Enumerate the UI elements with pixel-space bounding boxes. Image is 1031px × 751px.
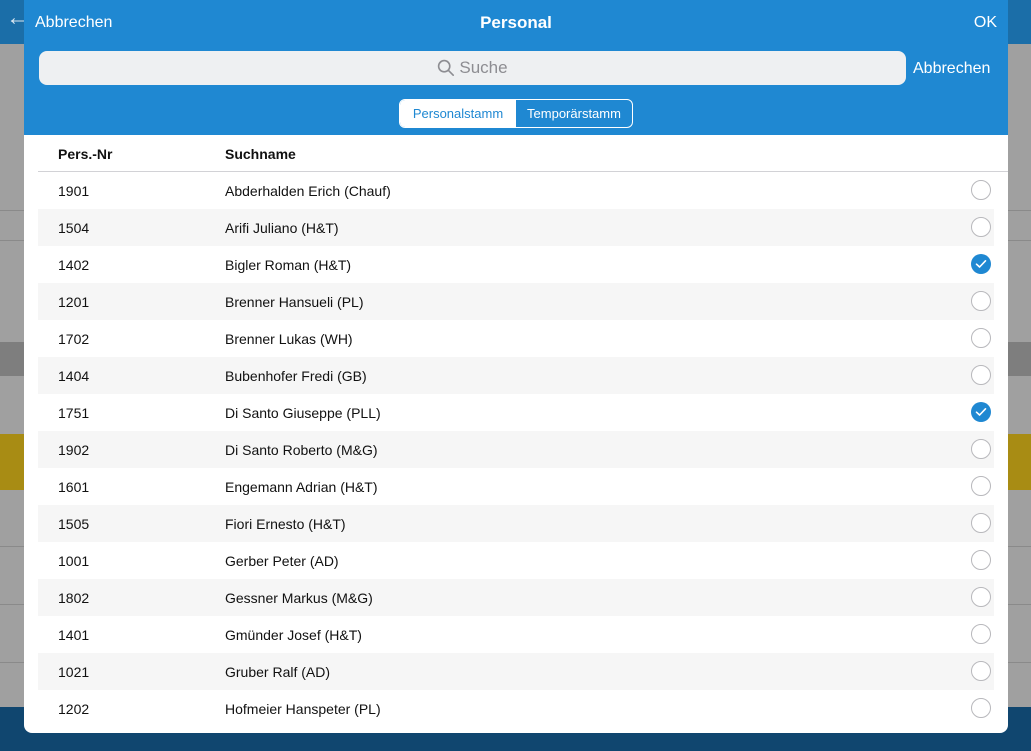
column-header-suchname: Suchname [225, 146, 296, 162]
unselected-circle-icon[interactable] [971, 661, 991, 681]
pers-nr-cell: 1202 [58, 701, 90, 717]
suchname-cell: Gessner Markus (M&G) [225, 590, 373, 606]
suchname-cell: Gerber Peter (AD) [225, 553, 339, 569]
suchname-cell: Brenner Lukas (WH) [225, 331, 353, 347]
suchname-cell: Arifi Juliano (H&T) [225, 220, 339, 236]
unselected-circle-icon[interactable] [971, 624, 991, 644]
table-row[interactable]: 1001 Gerber Peter (AD) [38, 542, 994, 579]
table-row[interactable]: 1751 Di Santo Giuseppe (PLL) [38, 394, 994, 431]
unselected-circle-icon[interactable] [971, 180, 991, 200]
unselected-circle-icon[interactable] [971, 217, 991, 237]
unselected-circle-icon[interactable] [971, 698, 991, 718]
suchname-cell: Gmünder Josef (H&T) [225, 627, 362, 643]
suchname-cell: Gruber Ralf (AD) [225, 664, 331, 680]
unselected-circle-icon[interactable] [971, 328, 991, 348]
table-row[interactable]: 1021 Gruber Ralf (AD) [38, 653, 994, 690]
pers-nr-cell: 1902 [58, 442, 90, 458]
pers-nr-cell: 1401 [58, 627, 90, 643]
pers-nr-cell: 1001 [58, 553, 90, 569]
unselected-circle-icon[interactable] [971, 365, 991, 385]
suchname-cell: Brenner Hansueli (PL) [225, 294, 364, 310]
table-row[interactable]: 1702 Brenner Lukas (WH) [38, 320, 994, 357]
pers-nr-cell: 1802 [58, 590, 90, 606]
unselected-circle-icon[interactable] [971, 550, 991, 570]
pers-nr-cell: 1702 [58, 331, 90, 347]
modal-header: Abbrechen Personal OK Suche Abbrechen Pe… [24, 0, 1008, 135]
pers-nr-cell: 1901 [58, 183, 90, 199]
pers-nr-cell: 1201 [58, 294, 90, 310]
suchname-cell: Bigler Roman (H&T) [225, 257, 352, 273]
column-header-pers-nr: Pers.-Nr [58, 146, 113, 162]
selected-checkmark-icon[interactable] [971, 402, 991, 422]
selected-checkmark-icon[interactable] [971, 254, 991, 274]
suchname-cell: Di Santo Roberto (M&G) [225, 442, 378, 458]
search-cancel-button[interactable]: Abbrechen [913, 60, 990, 78]
segment-temporaerstamm[interactable]: Temporärstamm [516, 100, 632, 127]
table-row[interactable]: 1802 Gessner Markus (M&G) [38, 579, 994, 616]
table-row[interactable]: 1901 Abderhalden Erich (Chauf) [38, 172, 994, 209]
pers-nr-cell: 1601 [58, 479, 90, 495]
table-row[interactable]: 1401 Gmünder Josef (H&T) [38, 616, 994, 653]
unselected-circle-icon[interactable] [971, 476, 991, 496]
table-row[interactable]: 1404 Bubenhofer Fredi (GB) [38, 357, 994, 394]
ok-button[interactable]: OK [974, 14, 997, 32]
table-row[interactable]: 1505 Fiori Ernesto (H&T) [38, 505, 994, 542]
pers-nr-cell: 1404 [58, 368, 90, 384]
table-row[interactable]: 1601 Engemann Adrian (H&T) [38, 468, 994, 505]
unselected-circle-icon[interactable] [971, 291, 991, 311]
segment-personalstamm[interactable]: Personalstamm [400, 100, 516, 127]
personal-picker-modal: Abbrechen Personal OK Suche Abbrechen Pe… [24, 0, 1008, 733]
search-icon [438, 59, 455, 77]
pers-nr-cell: 1021 [58, 664, 90, 680]
suchname-cell: Di Santo Giuseppe (PLL) [225, 405, 381, 421]
pers-nr-cell: 1751 [58, 405, 90, 421]
pers-nr-cell: 1402 [58, 257, 90, 273]
personnel-list: 1901 Abderhalden Erich (Chauf) 1504 Arifi J… [38, 172, 994, 727]
search-input[interactable]: Suche [39, 51, 906, 85]
unselected-circle-icon[interactable] [971, 513, 991, 533]
table-row[interactable]: 1402 Bigler Roman (H&T) [38, 246, 994, 283]
table-header: Pers.-Nr Suchname [24, 135, 1008, 172]
unselected-circle-icon[interactable] [971, 439, 991, 459]
table-row[interactable]: 1504 Arifi Juliano (H&T) [38, 209, 994, 246]
suchname-cell: Engemann Adrian (H&T) [225, 479, 378, 495]
table-row[interactable]: 1202 Hofmeier Hanspeter (PL) [38, 690, 994, 727]
suchname-cell: Fiori Ernesto (H&T) [225, 516, 346, 532]
table-row[interactable]: 1902 Di Santo Roberto (M&G) [38, 431, 994, 468]
stamm-segmented-control: Personalstamm Temporärstamm [399, 99, 633, 128]
search-placeholder: Suche [459, 58, 508, 77]
table-row[interactable]: 1201 Brenner Hansueli (PL) [38, 283, 994, 320]
suchname-cell: Abderhalden Erich (Chauf) [225, 183, 391, 199]
pers-nr-cell: 1504 [58, 220, 90, 236]
modal-title: Personal [480, 13, 552, 32]
suchname-cell: Hofmeier Hanspeter (PL) [225, 701, 381, 717]
pers-nr-cell: 1505 [58, 516, 90, 532]
unselected-circle-icon[interactable] [971, 587, 991, 607]
suchname-cell: Bubenhofer Fredi (GB) [225, 368, 367, 384]
